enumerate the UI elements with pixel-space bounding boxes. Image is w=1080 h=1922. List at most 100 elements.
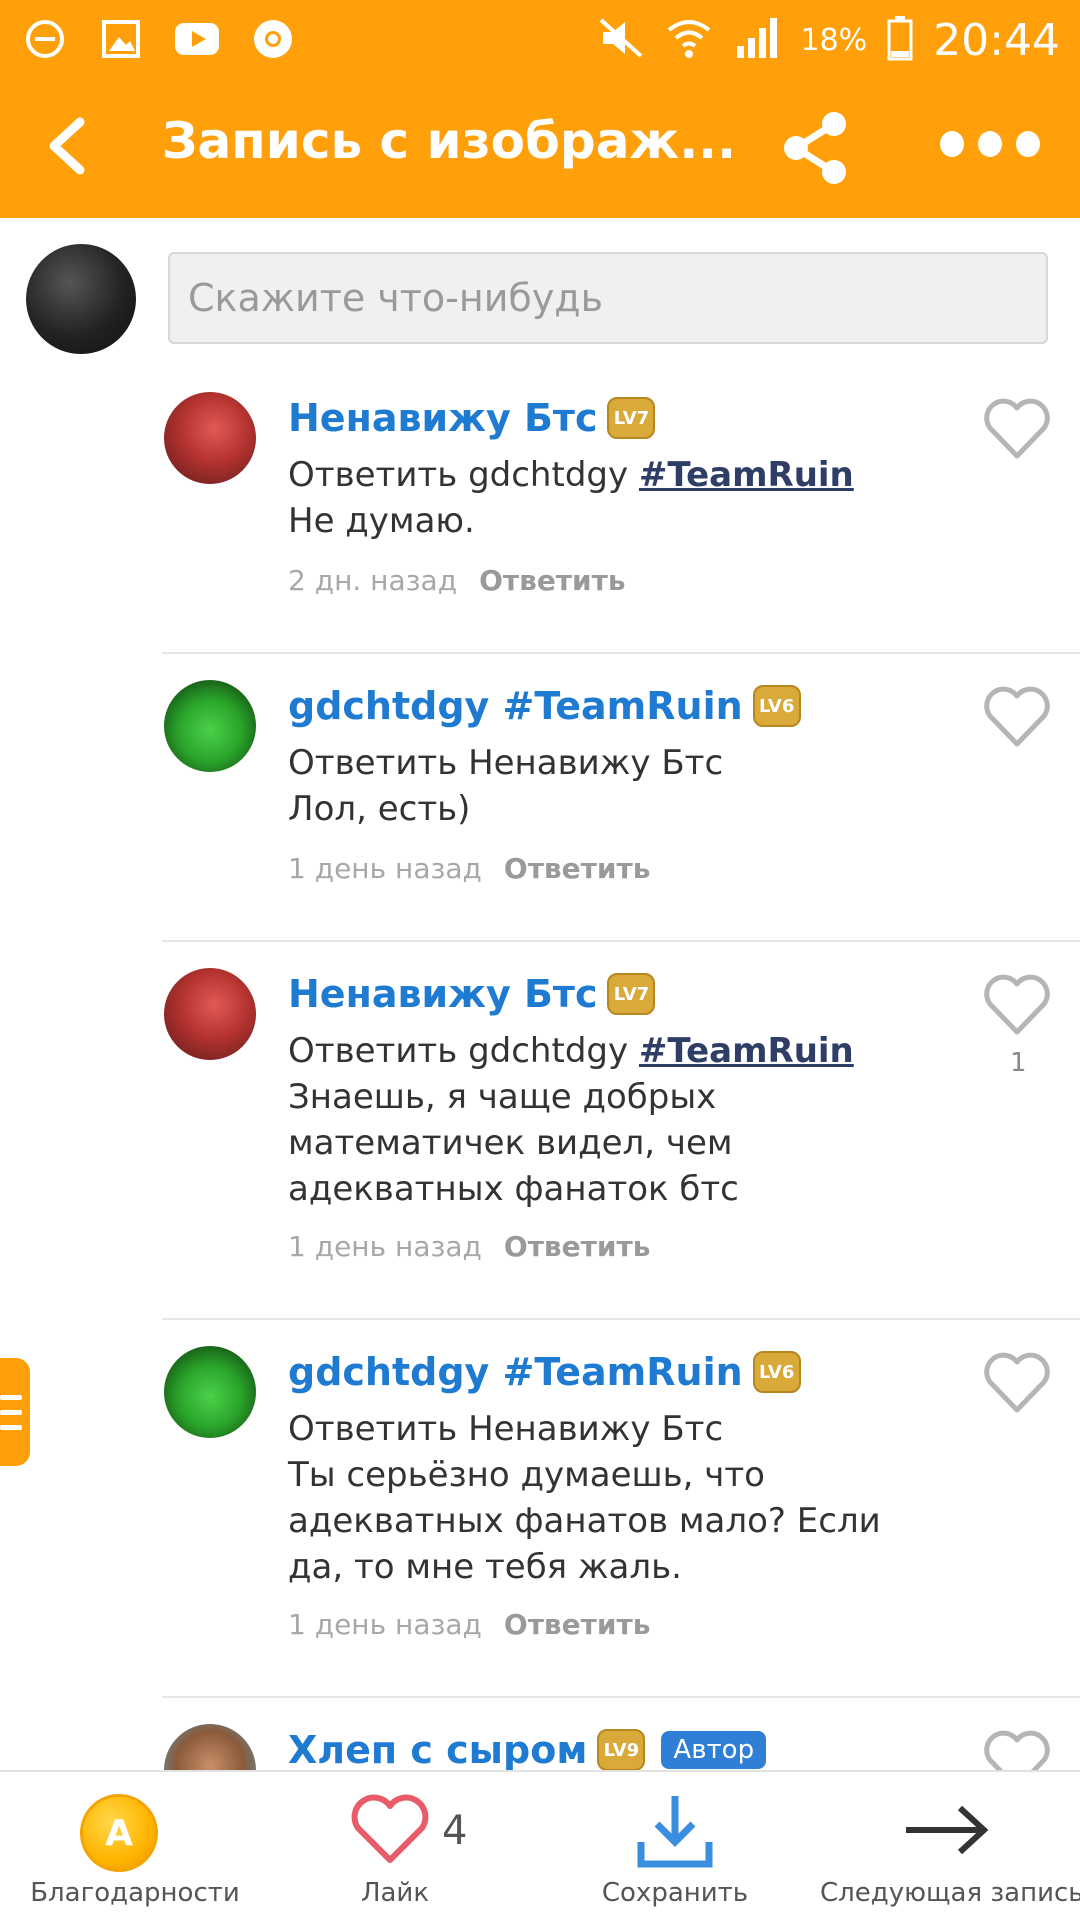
more-dot-icon — [940, 131, 964, 157]
status-left-icons — [22, 16, 296, 62]
comment-time: 2 дн. назад — [288, 564, 458, 597]
mention-link[interactable]: #TeamRuin — [639, 455, 854, 495]
thanks-button[interactable]: A Благодарности — [20, 1772, 250, 1922]
heart-outline-icon — [984, 1352, 1050, 1413]
reply-prefix: Ответить gdchtdgy — [288, 1031, 629, 1071]
comment-item: gdchtdgy #TeamRuin LV6 Ответить Ненавижу… — [0, 1346, 1080, 1696]
comment-author[interactable]: Хлеп с сыром — [288, 1728, 587, 1770]
avatar[interactable] — [164, 968, 256, 1060]
status-right-icons: 18% 20:44 — [597, 10, 1060, 70]
reply-button[interactable]: Ответить — [504, 852, 651, 885]
coin-icon: A — [80, 1794, 158, 1872]
comment-time: 1 день назад — [288, 852, 482, 885]
comment-like-button[interactable] — [982, 1352, 1052, 1414]
more-dot-icon — [1016, 131, 1040, 157]
more-dot-icon — [978, 131, 1002, 157]
comment-text: Ответить gdchtdgy #TeamRuin Знаешь, я ча… — [288, 1028, 908, 1212]
status-bar: 18% 20:44 — [0, 0, 1080, 78]
comment-body: Ты серьёзно думаешь, что адекватных фана… — [288, 1455, 881, 1587]
comment-like-button[interactable] — [982, 686, 1052, 748]
reply-prefix: Ответить gdchtdgy — [288, 455, 629, 495]
level-badge: LV7 — [607, 973, 656, 1015]
app-header: Запись с изображ... — [0, 78, 1080, 218]
level-badge: LV6 — [752, 1351, 801, 1393]
battery-icon — [887, 15, 913, 65]
minus-circle-icon — [22, 16, 68, 62]
comment-time: 1 день назад — [288, 1608, 482, 1641]
arrow-right-icon — [906, 1805, 989, 1855]
divider — [162, 1696, 1080, 1698]
save-label: Сохранить — [601, 1878, 749, 1908]
clock: 20:44 — [933, 14, 1060, 66]
comment-like-count: 1 — [1010, 1048, 1027, 1078]
share-icon — [784, 112, 846, 184]
heart-outline-icon — [984, 398, 1050, 459]
level-badge: LV6 — [752, 685, 801, 727]
thanks-label: Благодарности — [30, 1878, 240, 1908]
comment-text: Ответить Ненавижу Бтс Ты серьёзно думаеш… — [288, 1406, 908, 1590]
bottom-action-bar: A Благодарности 4 Лайк Сохранить Следующ… — [0, 1770, 1080, 1922]
comment-body: Не думаю. — [288, 501, 475, 541]
comment-item: Хлеп с сыром LV9 Автор — [0, 1724, 1080, 1770]
wifi-icon — [665, 16, 713, 64]
comment-text: Ответить gdchtdgy #TeamRuin Не думаю. — [288, 452, 908, 544]
avatar[interactable] — [164, 1346, 256, 1438]
signal-icon — [733, 16, 781, 64]
share-button[interactable] — [780, 108, 852, 188]
level-badge: LV9 — [597, 1729, 646, 1770]
save-button[interactable]: Сохранить — [600, 1772, 750, 1922]
comment-author[interactable]: Ненавижу Бтс — [288, 972, 597, 1016]
like-count: 4 — [442, 1808, 468, 1854]
avatar[interactable] — [164, 1724, 256, 1770]
menu-line-icon — [0, 1409, 22, 1415]
mute-icon — [597, 16, 645, 64]
comment-like-button[interactable] — [982, 1730, 1052, 1770]
back-button[interactable] — [40, 116, 100, 176]
comment-item: Ненавижу Бтс LV7 Ответить gdchtdgy #Team… — [0, 392, 1080, 652]
divider — [162, 940, 1080, 942]
battery-percent: 18% — [800, 22, 868, 58]
back-arrow-icon — [49, 117, 85, 175]
comment-body: Знаешь, я чаще добрых математичек видел,… — [288, 1077, 739, 1209]
heart-outline-icon — [984, 1730, 1050, 1770]
mention-link[interactable]: #TeamRuin — [639, 1031, 854, 1071]
level-badge: LV7 — [607, 397, 656, 439]
comment-author[interactable]: Ненавижу Бтс — [288, 396, 597, 440]
comment-input[interactable]: Скажите что-нибудь — [168, 252, 1048, 344]
download-icon — [637, 1796, 713, 1868]
reply-prefix: Ответить Ненавижу Бтс — [288, 1409, 724, 1449]
menu-line-icon — [0, 1394, 22, 1400]
menu-line-icon — [0, 1424, 22, 1430]
reply-button[interactable]: Ответить — [479, 564, 626, 597]
heart-outline-icon — [351, 1794, 429, 1863]
comment-body: Лол, есть) — [288, 789, 471, 829]
more-options-button[interactable] — [940, 124, 1040, 164]
reply-prefix: Ответить Ненавижу Бтс — [288, 743, 724, 783]
gallery-icon — [98, 16, 144, 62]
avatar[interactable] — [164, 680, 256, 772]
avatar[interactable] — [164, 392, 256, 484]
comment-author[interactable]: gdchtdgy #TeamRuin — [288, 684, 743, 728]
comment-item: gdchtdgy #TeamRuin LV6 Ответить Ненавижу… — [0, 680, 1080, 940]
page-title: Запись с изображ... — [162, 112, 737, 170]
like-label: Лайк — [360, 1878, 430, 1908]
comment-item: Ненавижу Бтс LV7 Ответить gdchtdgy #Team… — [0, 968, 1080, 1318]
divider — [162, 1318, 1080, 1320]
current-user-avatar[interactable] — [26, 244, 136, 354]
comment-like-button[interactable] — [982, 398, 1052, 460]
reply-button[interactable]: Ответить — [504, 1230, 651, 1263]
next-post-button[interactable]: Следующая запись — [820, 1772, 1080, 1922]
comment-time: 1 день назад — [288, 1230, 482, 1263]
side-menu-handle[interactable] — [0, 1358, 30, 1466]
youtube-icon — [174, 16, 220, 62]
like-button[interactable]: 4 Лайк — [320, 1772, 490, 1922]
comment-author[interactable]: gdchtdgy #TeamRuin — [288, 1350, 743, 1394]
chrome-icon — [250, 16, 296, 62]
comment-like-button[interactable] — [982, 974, 1052, 1036]
heart-outline-icon — [984, 974, 1050, 1035]
heart-outline-icon — [984, 686, 1050, 747]
author-badge: Автор — [661, 1731, 767, 1769]
next-label: Следующая запись — [820, 1878, 1080, 1908]
divider — [162, 652, 1080, 654]
reply-button[interactable]: Ответить — [504, 1608, 651, 1641]
